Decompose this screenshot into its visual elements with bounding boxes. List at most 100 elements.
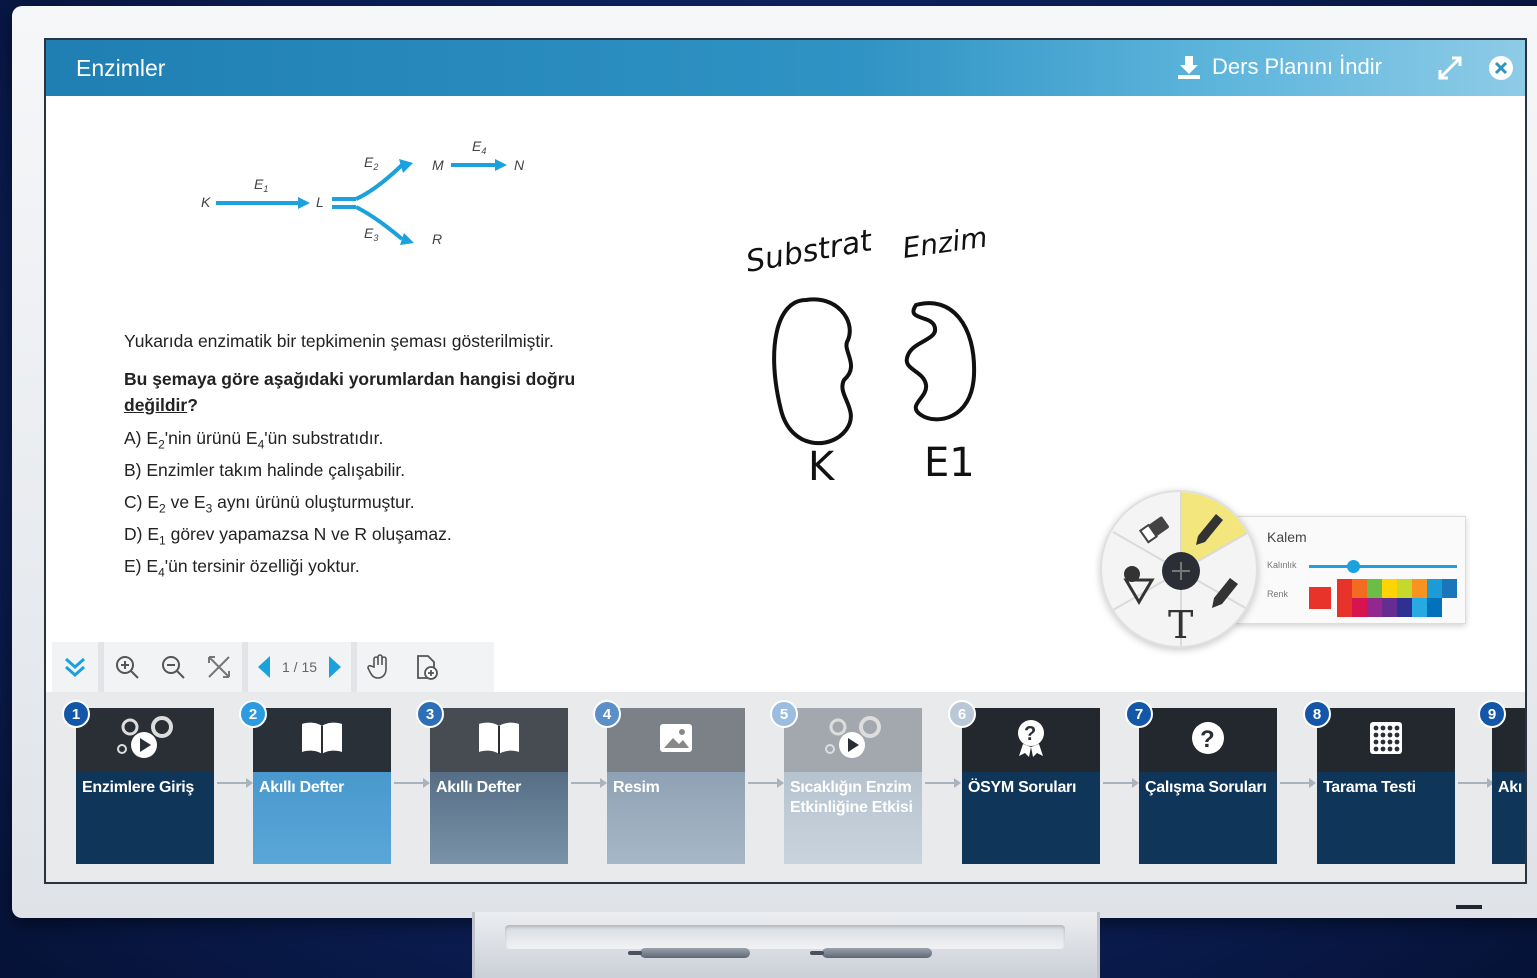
fit-screen-button[interactable]	[196, 642, 242, 692]
lesson-card-9[interactable]: 9 Akı	[1478, 700, 1525, 864]
page-title: Enzimler	[76, 55, 166, 81]
svg-text:?: ?	[1024, 723, 1036, 745]
add-page-button[interactable]	[403, 642, 449, 692]
marker-icon	[1212, 578, 1238, 608]
book-icon	[477, 720, 521, 761]
lesson-connector-arrow	[748, 778, 784, 788]
lesson-thumbnail	[430, 708, 568, 772]
node-r: R	[432, 231, 442, 247]
zoom-out-icon	[162, 656, 185, 679]
lesson-card-8[interactable]: 8 Tarama Testi	[1303, 700, 1455, 864]
lesson-label: Çalışma Soruları	[1145, 779, 1267, 796]
lesson-connector-arrow	[394, 778, 430, 788]
download-plan-label: Ders Planını İndir	[1212, 54, 1382, 79]
prev-page-icon[interactable]	[256, 654, 272, 680]
zoom-out-button[interactable]	[150, 642, 196, 692]
substrate-shape	[772, 297, 853, 445]
award-question-icon: ?	[1013, 718, 1049, 763]
thickness-label: Kalınlık	[1267, 560, 1297, 570]
color-swatch[interactable]	[1352, 579, 1367, 598]
node-m: M	[432, 157, 444, 173]
expand-icon[interactable]	[1436, 54, 1464, 82]
option-e[interactable]: E) E4'ün tersinir özelliği yoktur.	[124, 550, 684, 582]
lesson-number-badge: 2	[239, 700, 267, 728]
color-swatch[interactable]	[1337, 579, 1352, 598]
lesson-card-5[interactable]: 5 Sıcaklığın Enzim Etkinliğine Etkisi	[770, 700, 922, 864]
color-swatch[interactable]	[1352, 598, 1367, 617]
selected-color-swatch[interactable]	[1309, 587, 1331, 609]
lesson-connector-arrow	[1280, 778, 1316, 788]
tool-wheel[interactable]: T	[1100, 490, 1258, 648]
lesson-strip: 1 Enzimlere Giriş 2 Akıllı Defter 3 Akıllı De…	[46, 692, 1525, 882]
color-swatch[interactable]	[1397, 579, 1412, 598]
color-swatch[interactable]	[1427, 579, 1442, 598]
lesson-thumbnail: ?	[962, 708, 1100, 772]
thickness-slider-thumb[interactable]	[1347, 560, 1360, 573]
next-page-icon[interactable]	[327, 654, 343, 680]
video-icon	[110, 713, 180, 768]
color-palette[interactable]	[1337, 579, 1457, 617]
color-swatch[interactable]	[1412, 598, 1427, 617]
handwritten-e1: E1	[924, 440, 975, 486]
pan-hand-button[interactable]	[357, 642, 403, 692]
color-swatch[interactable]	[1367, 579, 1382, 598]
lesson-label: ÖSYM Soruları	[968, 779, 1077, 796]
handwriting-canvas[interactable]: Substrat Enzim K E1	[736, 210, 1056, 510]
option-c[interactable]: C) E2 ve E3 aynı ürünü oluşturmuştur.	[124, 486, 684, 518]
app-screen: Enzimler Ders Planını İndir K L M N R E1…	[44, 38, 1527, 884]
lesson-card-4[interactable]: 4 Resim	[593, 700, 745, 864]
lesson-number-badge: 8	[1303, 700, 1331, 728]
lesson-label: Akı	[1498, 779, 1522, 796]
color-swatch[interactable]	[1367, 598, 1382, 617]
pagination: 1 / 15	[248, 654, 351, 680]
lesson-card-1[interactable]: 1 Enzimlere Giriş	[62, 700, 214, 864]
title-bar: Enzimler Ders Planını İndir	[46, 40, 1525, 96]
collapse-button[interactable]	[52, 642, 98, 692]
node-n: N	[514, 157, 525, 173]
color-swatch[interactable]	[1382, 598, 1397, 617]
pen-tray	[505, 925, 1065, 949]
color-swatch[interactable]	[1427, 598, 1442, 617]
book-icon	[300, 720, 344, 761]
enzyme-e2: E2	[364, 154, 378, 172]
download-icon	[1178, 56, 1200, 79]
reaction-diagram: K L M N R E1 E2 E3 E4	[201, 138, 525, 247]
lesson-thumbnail	[607, 708, 745, 772]
add-page-icon	[417, 655, 438, 680]
color-swatch[interactable]	[1397, 598, 1412, 617]
color-swatch[interactable]	[1442, 579, 1457, 598]
lesson-number-badge: 3	[416, 700, 444, 728]
enzyme-e4: E4	[472, 138, 486, 156]
lesson-card-7[interactable]: 7? Çalışma Soruları	[1125, 700, 1277, 864]
color-swatch[interactable]	[1382, 579, 1397, 598]
question-icon: ?	[1190, 720, 1226, 761]
lesson-number-badge: 7	[1125, 700, 1153, 728]
lesson-card-2[interactable]: 2 Akıllı Defter	[239, 700, 391, 864]
page-toolbar: 1 / 15	[52, 642, 494, 692]
zoom-in-button[interactable]	[104, 642, 150, 692]
lesson-connector-arrow	[1103, 778, 1139, 788]
stylus-pen	[810, 948, 932, 958]
lesson-label: Enzimlere Giriş	[82, 779, 194, 796]
thickness-slider[interactable]	[1309, 560, 1457, 573]
option-b[interactable]: B) Enzimler takım halinde çalışabilir.	[124, 454, 684, 486]
lesson-connector-arrow	[925, 778, 961, 788]
handwritten-substrat: Substrat	[743, 223, 875, 280]
lesson-card-6[interactable]: 6? ÖSYM Soruları	[948, 700, 1100, 864]
option-d[interactable]: D) E1 görev yapamazsa N ve R oluşamaz.	[124, 518, 684, 550]
color-swatch[interactable]	[1412, 579, 1427, 598]
power-indicator	[1456, 905, 1482, 909]
lesson-card-3[interactable]: 3 Akıllı Defter	[416, 700, 568, 864]
option-a[interactable]: A) E2'nin ürünü E4'ün substratıdır.	[124, 422, 684, 454]
color-label: Renk	[1267, 589, 1289, 599]
zoom-in-icon	[116, 656, 139, 679]
lesson-label: Tarama Testi	[1323, 779, 1416, 796]
lesson-connector-arrow	[217, 778, 253, 788]
eraser-icon	[1138, 516, 1169, 544]
enzyme-shape	[904, 301, 977, 422]
color-swatch[interactable]	[1337, 598, 1352, 617]
close-icon[interactable]	[1487, 54, 1515, 82]
download-plan-button[interactable]: Ders Planını İndir	[1176, 54, 1382, 80]
question-intro: Yukarıda enzimatik bir tepkimenin şeması…	[124, 331, 554, 351]
handwritten-enzim: Enzim	[900, 220, 989, 265]
